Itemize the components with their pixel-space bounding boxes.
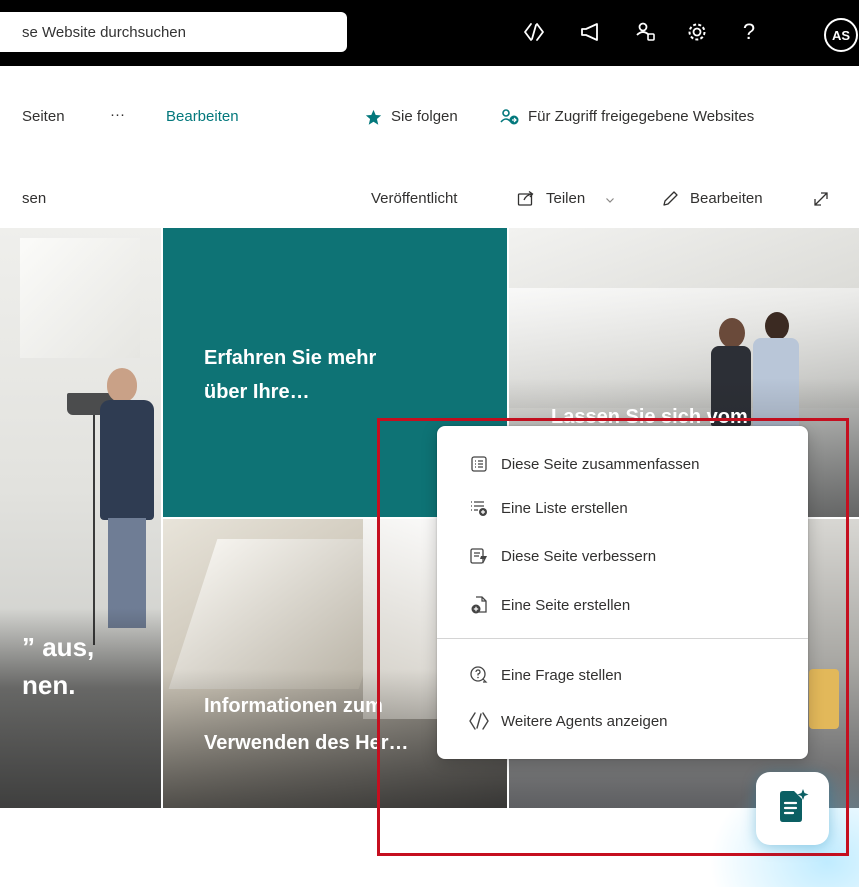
ask-question-icon (468, 664, 490, 686)
search-input[interactable]: se Website durchsuchen (0, 12, 347, 52)
pencil-icon (661, 190, 679, 213)
menu-item-label: Eine Liste erstellen (501, 499, 628, 517)
nav-more-button[interactable]: ··· (110, 106, 125, 123)
agents-icon (468, 710, 490, 732)
improve-page-icon (468, 545, 490, 567)
person-shirt-image (100, 400, 154, 520)
star-icon (365, 109, 382, 131)
published-status: Veröffentlicht (371, 190, 458, 207)
share-button[interactable]: Teilen (546, 190, 585, 207)
nav-item-pages[interactable]: Seiten (22, 108, 65, 125)
expand-icon[interactable] (812, 190, 830, 213)
menu-item-label: Eine Seite erstellen (501, 596, 631, 614)
menu-item-create-list[interactable]: Eine Liste erstellen (437, 486, 808, 530)
summary-list-icon (468, 453, 490, 475)
tile-left-line1: ” aus, (22, 632, 95, 662)
copilot-page-icon (776, 788, 810, 829)
window-image (20, 238, 140, 358)
megaphone-icon[interactable] (576, 18, 604, 46)
copilot-fab-button[interactable] (756, 772, 829, 845)
menu-item-more-agents[interactable]: Weitere Agents anzeigen (437, 699, 808, 743)
tile-bottom-line1: Informationen zum (204, 695, 383, 717)
menu-item-label: Weitere Agents anzeigen (501, 712, 668, 730)
chevron-down-icon[interactable] (605, 192, 615, 210)
shared-sites-link[interactable]: Für Zugriff freigegebene Websites (528, 108, 754, 125)
tile-left-line2: nen. (22, 670, 76, 700)
share-icon (517, 190, 535, 212)
avatar[interactable]: AS (824, 18, 858, 52)
menu-item-ask-question[interactable]: Eine Frage stellen (437, 653, 808, 697)
copilot-context-menu: Diese Seite zusammenfassen Eine Liste er… (437, 426, 808, 759)
settings-gear-icon[interactable] (683, 18, 711, 46)
tile-teal-line1: Erfahren Sie mehr (204, 347, 377, 369)
command-bar-left-text: sen (22, 190, 47, 207)
person-a-head-image (719, 318, 745, 348)
tile-teal-line2: über Ihre… (204, 381, 310, 403)
help-icon[interactable]: ? (735, 18, 763, 46)
menu-item-label: Eine Frage stellen (501, 666, 622, 684)
person-b-head-image (765, 312, 789, 340)
menu-item-label: Diese Seite verbessern (501, 547, 657, 565)
create-page-icon (468, 594, 490, 616)
menu-item-improve-page[interactable]: Diese Seite verbessern (437, 534, 808, 578)
search-placeholder: se Website durchsuchen (22, 24, 186, 41)
connected-users-icon[interactable] (632, 18, 660, 46)
person-head-image (107, 368, 137, 402)
create-list-icon (468, 497, 490, 519)
edit-button[interactable]: Bearbeiten (690, 190, 763, 207)
agents-icon[interactable] (520, 18, 548, 46)
menu-item-summarize-page[interactable]: Diese Seite zusammenfassen (437, 442, 808, 486)
hero-tile-left[interactable]: ” aus, nen. (0, 228, 161, 808)
following-button[interactable]: Sie folgen (391, 108, 458, 125)
nav-edit-link[interactable]: Bearbeiten (166, 108, 239, 125)
menu-item-label: Diese Seite zusammenfassen (501, 455, 700, 473)
shared-sites-icon (500, 108, 520, 131)
menu-separator (437, 638, 808, 639)
menu-item-create-page[interactable]: Eine Seite erstellen (437, 583, 808, 627)
